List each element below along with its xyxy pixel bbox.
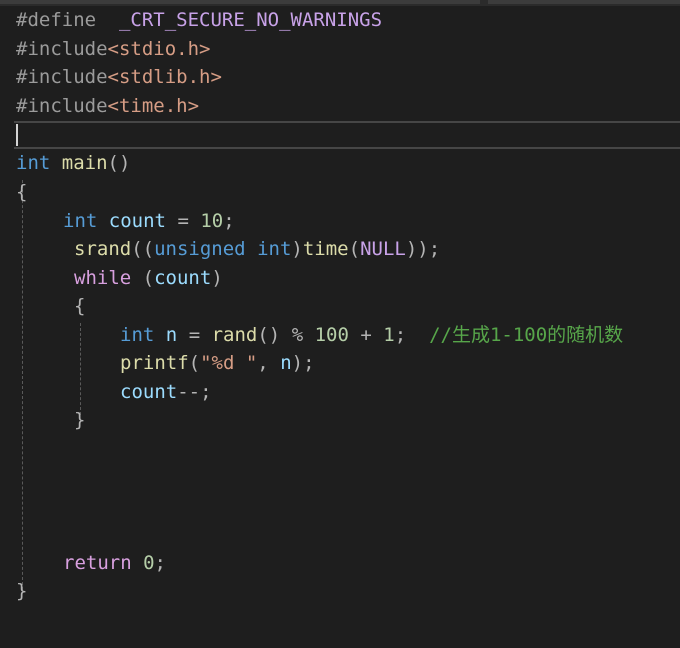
current-line-highlight (14, 121, 680, 149)
code-line-11[interactable]: { (74, 292, 85, 320)
keyword-int: int (16, 152, 51, 174)
operator: % (291, 324, 304, 346)
code-line-21[interactable]: } (16, 577, 27, 605)
punctuation: ; (200, 381, 212, 403)
scrollbar-thumb[interactable] (0, 0, 480, 4)
code-line-2[interactable]: #include<stdio.h> (16, 35, 210, 63)
variable-count: count (120, 381, 178, 403)
punctuation: ) (291, 238, 303, 260)
punctuation: (( (131, 238, 155, 260)
function-printf: printf (120, 352, 189, 374)
indent-guide-while (80, 323, 81, 415)
indent-guide-main (22, 180, 23, 590)
number-literal: 100 (314, 324, 349, 346)
code-line-13[interactable]: printf("%d ", n); (120, 349, 315, 377)
code-line-14[interactable]: count--; (120, 378, 212, 406)
punctuation: ( (348, 238, 361, 260)
keyword-int: int (257, 238, 292, 260)
text-caret (16, 124, 18, 146)
brace-open: { (16, 181, 28, 203)
punctuation: ( (142, 267, 155, 289)
preprocessor-directive: #include (16, 95, 108, 117)
number-literal: 0 (143, 552, 155, 574)
function-time: time (302, 238, 349, 260)
function-rand: rand (211, 324, 258, 346)
brace-open: { (74, 295, 86, 317)
include-header: <stdio.h> (107, 38, 211, 60)
preprocessor-directive: #include (16, 38, 108, 60)
variable-n: n (165, 324, 178, 346)
variable-n: n (280, 352, 292, 374)
punctuation: ( (188, 352, 201, 374)
preprocessor-directive: #define (16, 9, 97, 31)
operator: = (188, 324, 201, 346)
keyword-int: int (120, 324, 155, 346)
variable-count: count (108, 210, 166, 232)
punctuation: , (257, 352, 269, 374)
function-main: main (61, 152, 108, 174)
code-line-6[interactable]: int main() (16, 149, 130, 177)
keyword-return: return (63, 552, 132, 574)
code-comment: //生成1-100的随机数 (429, 324, 624, 346)
operator: -- (177, 381, 201, 403)
code-line-8[interactable]: int count = 10; (63, 207, 235, 235)
punctuation: () (107, 152, 131, 174)
scrollbar-track-segment (488, 0, 680, 4)
include-header: <time.h> (107, 95, 200, 117)
punctuation: ; (223, 210, 235, 232)
brace-close: } (74, 409, 86, 431)
include-header: <stdlib.h> (107, 66, 222, 88)
punctuation: () (257, 324, 281, 346)
macro-null: NULL (360, 238, 406, 260)
code-line-20[interactable]: return 0; (63, 549, 166, 577)
punctuation: ; (154, 552, 166, 574)
preprocessor-directive: #include (16, 66, 108, 88)
code-line-10[interactable]: while (count) (74, 264, 223, 292)
code-line-12[interactable]: int n = rand() % 100 + 1; //生成1-100的随机数 (120, 321, 623, 349)
code-line-15[interactable]: } (74, 406, 85, 434)
code-editor[interactable]: #define _CRT_SECURE_NO_WARNINGS #include… (0, 6, 680, 648)
keyword-while: while (74, 267, 132, 289)
operator: + (360, 324, 372, 346)
number-literal: 1 (383, 324, 395, 346)
keyword-unsigned: unsigned (154, 238, 246, 260)
punctuation: ); (291, 352, 315, 374)
code-line-9[interactable]: srand((unsigned int)time(NULL)); (74, 235, 440, 263)
operator: = (177, 210, 189, 232)
macro-name: _CRT_SECURE_NO_WARNINGS (118, 9, 383, 31)
punctuation: ; (394, 324, 407, 346)
code-line-3[interactable]: #include<stdlib.h> (16, 63, 222, 91)
brace-close: } (16, 580, 28, 602)
code-line-1[interactable]: #define _CRT_SECURE_NO_WARNINGS (16, 6, 382, 34)
code-line-7[interactable]: { (16, 178, 27, 206)
number-literal: 10 (200, 210, 224, 232)
keyword-int: int (63, 210, 98, 232)
string-literal: "%d " (200, 352, 258, 374)
code-line-4[interactable]: #include<time.h> (16, 92, 199, 120)
function-srand: srand (74, 238, 132, 260)
variable-count: count (154, 267, 212, 289)
punctuation: )); (405, 238, 441, 260)
punctuation: ) (211, 267, 223, 289)
